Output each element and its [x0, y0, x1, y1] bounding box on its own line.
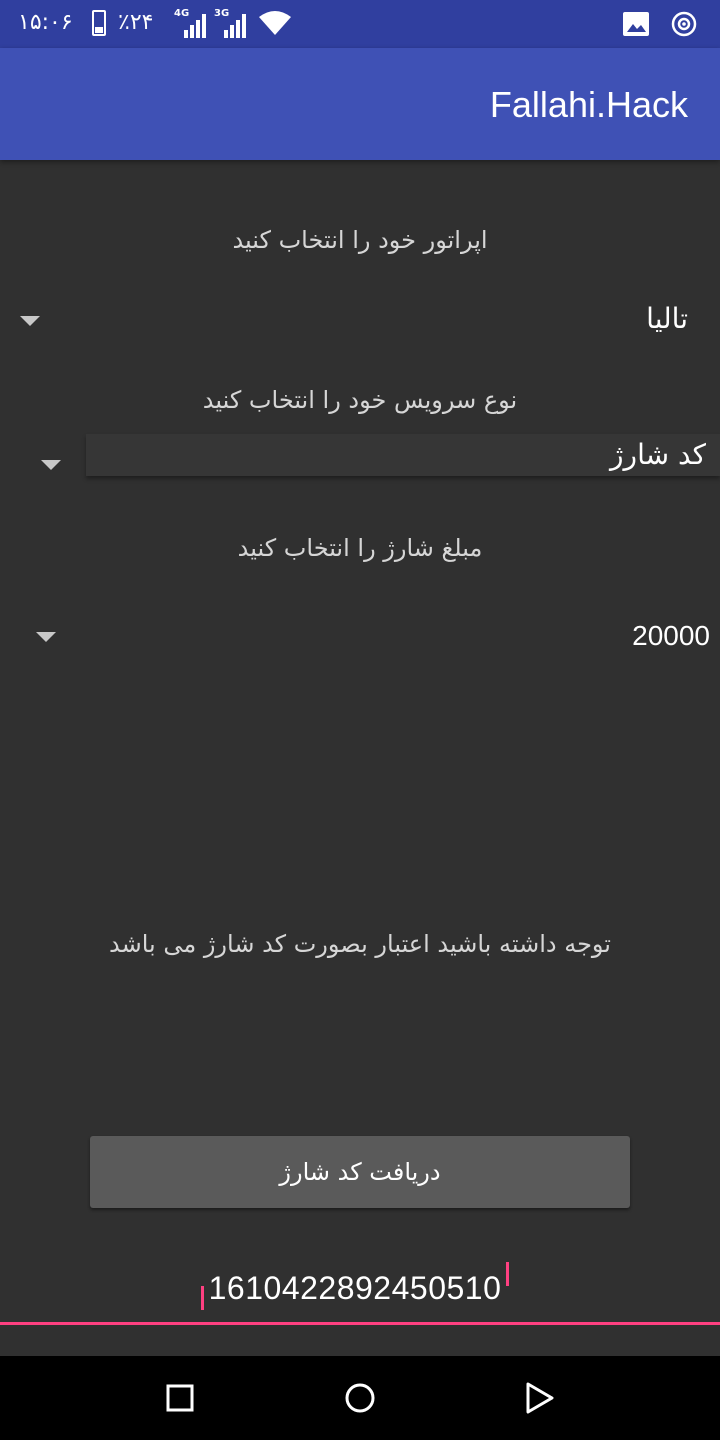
hotspot-icon	[671, 11, 697, 37]
charge-code-text: 1610422892450510	[208, 1270, 502, 1306]
service-type-spinner[interactable]	[0, 454, 720, 474]
amount-selected-value: 20000	[632, 620, 710, 651]
operator-spinner[interactable]: تالیا	[0, 296, 720, 356]
dropdown-arrow-icon	[41, 460, 61, 470]
recents-icon[interactable]	[160, 1378, 200, 1418]
network-type-label: 4G	[174, 8, 190, 19]
get-charge-code-button[interactable]: دریافت کد شارژ	[90, 1136, 630, 1208]
status-bar: ۱۵:۰۶ ٪۲۴ 4G 3G	[0, 0, 720, 48]
operator-label: اپراتور خود را انتخاب کنید	[232, 226, 488, 254]
status-time: ۱۵:۰۶	[18, 10, 73, 35]
wifi-icon	[259, 11, 291, 35]
battery-icon	[92, 10, 106, 36]
selection-handle-end[interactable]	[506, 1262, 509, 1286]
navigation-bar	[0, 1356, 720, 1440]
dropdown-arrow-icon	[36, 632, 56, 642]
charge-code-field[interactable]: 1610422892450510	[0, 1260, 720, 1326]
selection-handle-start[interactable]	[201, 1286, 204, 1310]
field-underline	[0, 1322, 720, 1325]
home-icon[interactable]	[340, 1378, 380, 1418]
operator-selected-value: تالیا	[646, 302, 688, 335]
app-title: Fallahi.Hack	[489, 84, 688, 125]
service-type-label: نوع سرویس خود را انتخاب کنید	[202, 386, 518, 414]
network-type-label: 3G	[214, 8, 230, 19]
image-icon	[623, 12, 649, 36]
amount-spinner[interactable]: 20000	[0, 612, 720, 672]
back-icon[interactable]	[520, 1378, 560, 1418]
battery-percent: ٪۲۴	[118, 10, 154, 35]
app-bar: Fallahi.Hack	[0, 48, 720, 160]
dropdown-arrow-icon	[20, 316, 40, 326]
charge-note: توجه داشته باشید اعتبار بصورت کد شارژ می…	[109, 930, 611, 958]
amount-label: مبلغ شارژ را انتخاب کنید	[237, 534, 483, 562]
